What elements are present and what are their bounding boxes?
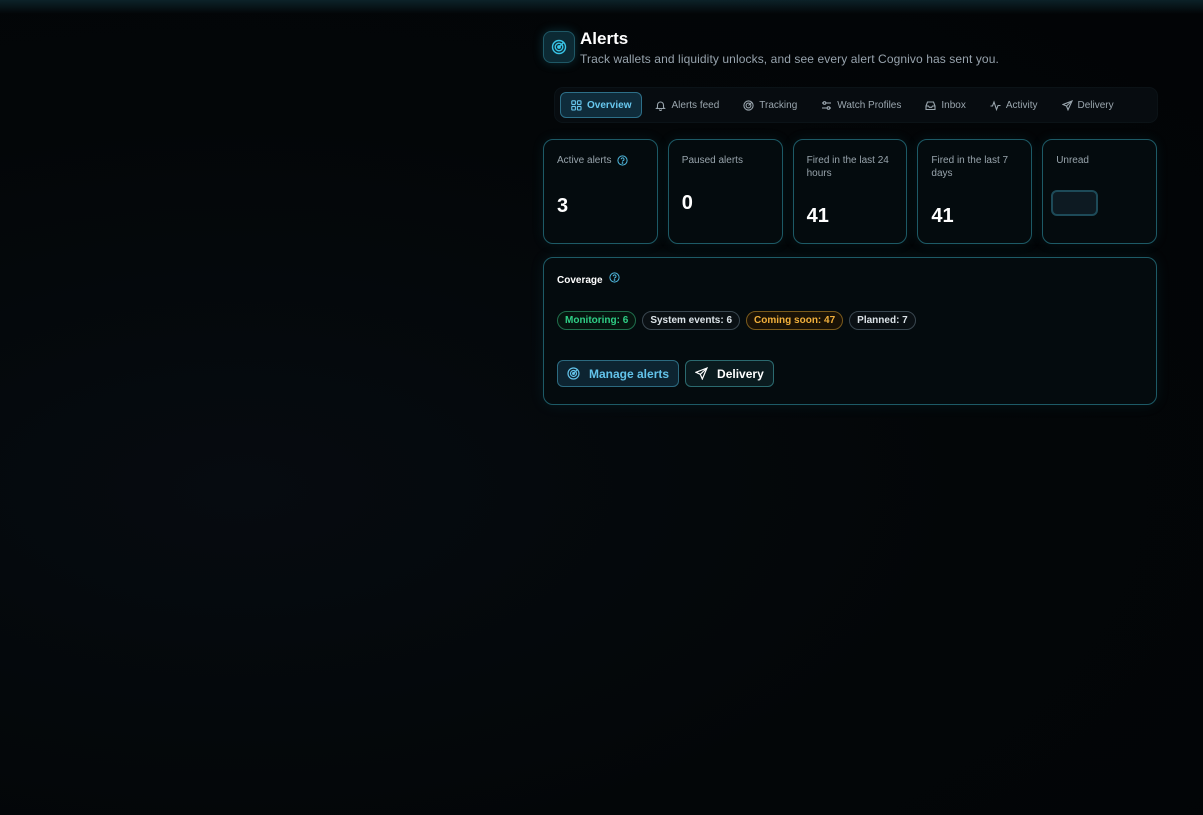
help-icon[interactable] [617,155,629,166]
unread-placeholder [1051,190,1099,216]
radar-icon [743,99,754,111]
delivery-button[interactable]: Delivery [685,360,774,387]
stat-card-unread: Unread [1042,139,1157,244]
coverage-title: Coverage [557,275,603,286]
pill-planned: Planned: 7 [849,311,916,330]
tab-bar: Overview Alerts feed Tracking Watch Prof… [555,88,1157,122]
stat-value: 41 [806,205,829,227]
page-title: Alerts [580,29,629,48]
sliders-icon [822,100,832,110]
radar-icon [567,367,580,380]
coverage-panel: Coverage Monitoring: 6 System events: 6 … [543,257,1157,405]
alerts-page: Alerts Track wallets and liquidity unloc… [543,28,1157,405]
tab-label: Inbox [941,99,966,111]
stat-card-paused-alerts: Paused alerts 0 [667,139,783,244]
stat-label: Paused alerts [681,155,743,166]
stat-label: Fired in the last 7 days [931,155,1009,179]
stat-label: Active alerts [557,155,612,166]
tab-tracking[interactable]: Tracking [732,92,808,118]
grid-icon [571,99,582,111]
button-label: Manage alerts [589,366,670,381]
help-icon[interactable] [608,272,620,283]
tab-label: Overview [587,99,632,111]
page-subtitle: Track wallets and liquidity unlocks, and… [580,52,999,66]
stat-label-row: Active alerts [557,154,644,167]
coverage-pills: Monitoring: 6 System events: 6 Coming so… [557,311,1143,330]
stat-value: 0 [681,192,693,214]
tab-label: Delivery [1077,99,1114,111]
stat-label: Unread [1056,155,1089,166]
tab-alerts-feed[interactable]: Alerts feed [644,92,730,118]
pill-system-events: System events: 6 [642,311,741,330]
send-icon [695,367,709,380]
tab-overview[interactable]: Overview [560,92,643,118]
coverage-actions: Manage alerts Delivery [557,360,1143,387]
pill-coming-soon: Coming soon: 47 [746,311,844,330]
pill-monitoring: Monitoring: 6 [557,311,637,330]
tab-label: Alerts feed [671,99,720,111]
radar-icon [543,31,575,63]
top-glow [0,0,1203,14]
page-header: Alerts Track wallets and liquidity unloc… [543,28,1157,66]
header-text: Alerts Track wallets and liquidity unloc… [580,28,999,66]
inbox-icon [925,100,936,110]
tab-label: Watch Profiles [837,99,902,111]
stat-label: Fired in the last 24 hours [806,155,889,179]
stat-card-fired-7d: Fired in the last 7 days 41 [917,139,1033,244]
activity-icon [990,99,1001,111]
tab-inbox[interactable]: Inbox [914,92,976,118]
tab-label: Tracking [759,99,798,111]
button-label: Delivery [717,366,764,381]
coverage-title-row: Coverage [557,272,1143,286]
stats-row: Active alerts 3 Paused alerts 0 Fired in… [543,139,1157,244]
manage-alerts-button[interactable]: Manage alerts [557,360,680,387]
tab-watch-profiles[interactable]: Watch Profiles [810,92,912,118]
send-icon [1061,99,1073,111]
tab-label: Activity [1005,99,1038,111]
bell-icon [655,101,667,111]
tab-activity[interactable]: Activity [979,92,1049,118]
stat-value: 41 [931,205,954,227]
stat-value: 3 [557,195,569,217]
stat-card-active-alerts: Active alerts 3 [543,139,658,244]
tab-delivery[interactable]: Delivery [1051,92,1125,118]
stat-card-fired-24h: Fired in the last 24 hours 41 [792,139,908,244]
